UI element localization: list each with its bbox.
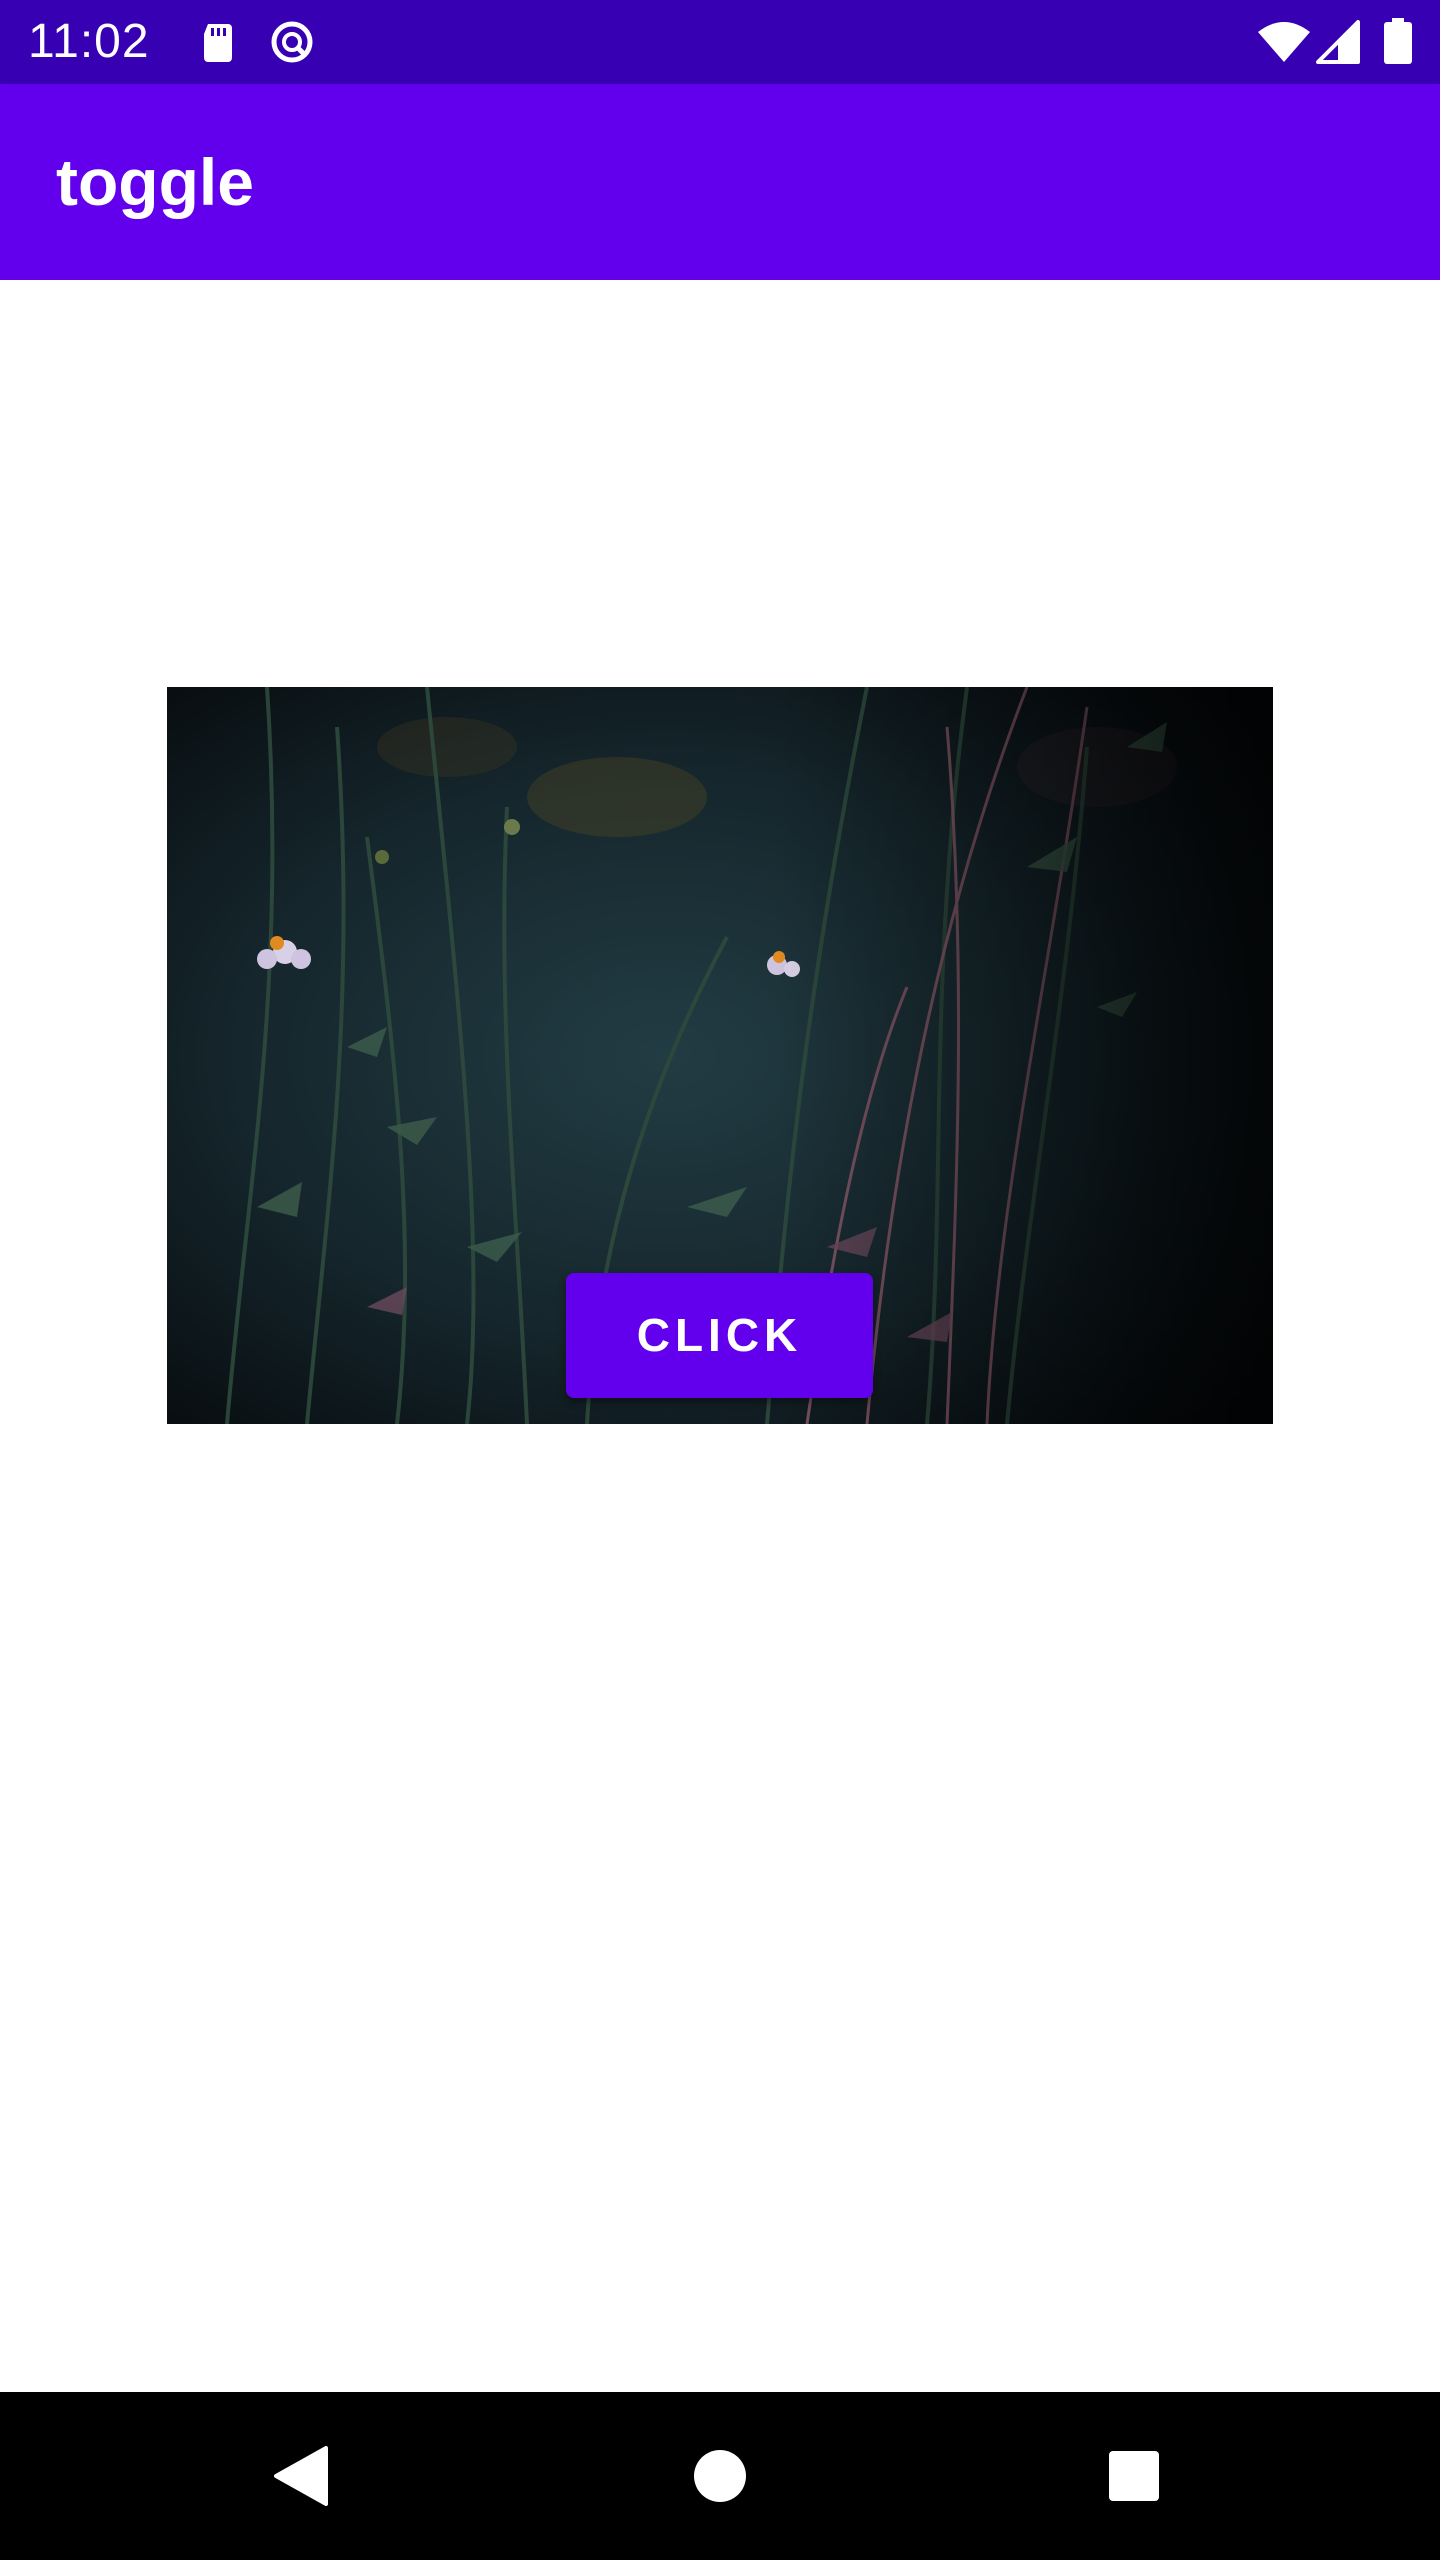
- home-icon[interactable]: [678, 2434, 762, 2518]
- app-bar: toggle: [0, 84, 1440, 280]
- back-icon[interactable]: [258, 2434, 342, 2518]
- status-time: 11:02: [28, 15, 150, 68]
- battery-icon: [1380, 18, 1428, 66]
- status-bar: 11:02: [0, 0, 1440, 84]
- sd-card-icon: [194, 18, 242, 66]
- data-saver-icon: [268, 18, 316, 66]
- wifi-icon: [1256, 18, 1310, 66]
- app-title: toggle: [56, 145, 254, 219]
- navigation-bar: [0, 2392, 1440, 2560]
- recents-icon[interactable]: [1092, 2434, 1176, 2518]
- cell-signal-icon: [1314, 18, 1362, 66]
- click-button[interactable]: CLICK: [566, 1273, 873, 1398]
